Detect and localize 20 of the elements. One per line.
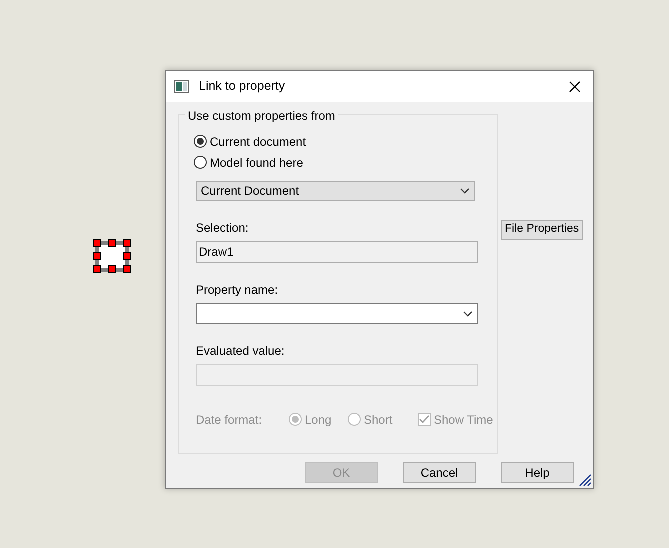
radio-option[interactable]: Model found here <box>194 152 497 173</box>
model-dropdown[interactable]: Current Document <box>196 181 475 201</box>
file-properties-button[interactable]: File Properties <box>501 220 584 240</box>
caret-icon[interactable] <box>463 310 473 316</box>
date-format-label: Date format: <box>196 412 264 428</box>
property-name-combo[interactable] <box>196 303 478 324</box>
caret-icon[interactable] <box>460 188 470 194</box>
resize-grip-icon[interactable] <box>579 474 592 487</box>
field-label: Evaluated value: <box>196 343 286 360</box>
radio-circle-icon[interactable] <box>194 156 207 169</box>
radio-option[interactable]: Current document <box>194 131 497 152</box>
radio-circle-icon[interactable] <box>194 135 207 148</box>
dialog-button[interactable]: Help <box>501 462 574 483</box>
window-app-icon <box>174 80 189 93</box>
field-label: Selection: <box>196 220 250 237</box>
selection-field[interactable]: Draw1 <box>196 241 478 263</box>
selected-rectangle-drawing[interactable] <box>93 239 132 274</box>
window-title: Link to property <box>199 78 286 96</box>
dialog-button[interactable]: Cancel <box>403 462 476 483</box>
field-label: Property name: <box>196 282 280 299</box>
